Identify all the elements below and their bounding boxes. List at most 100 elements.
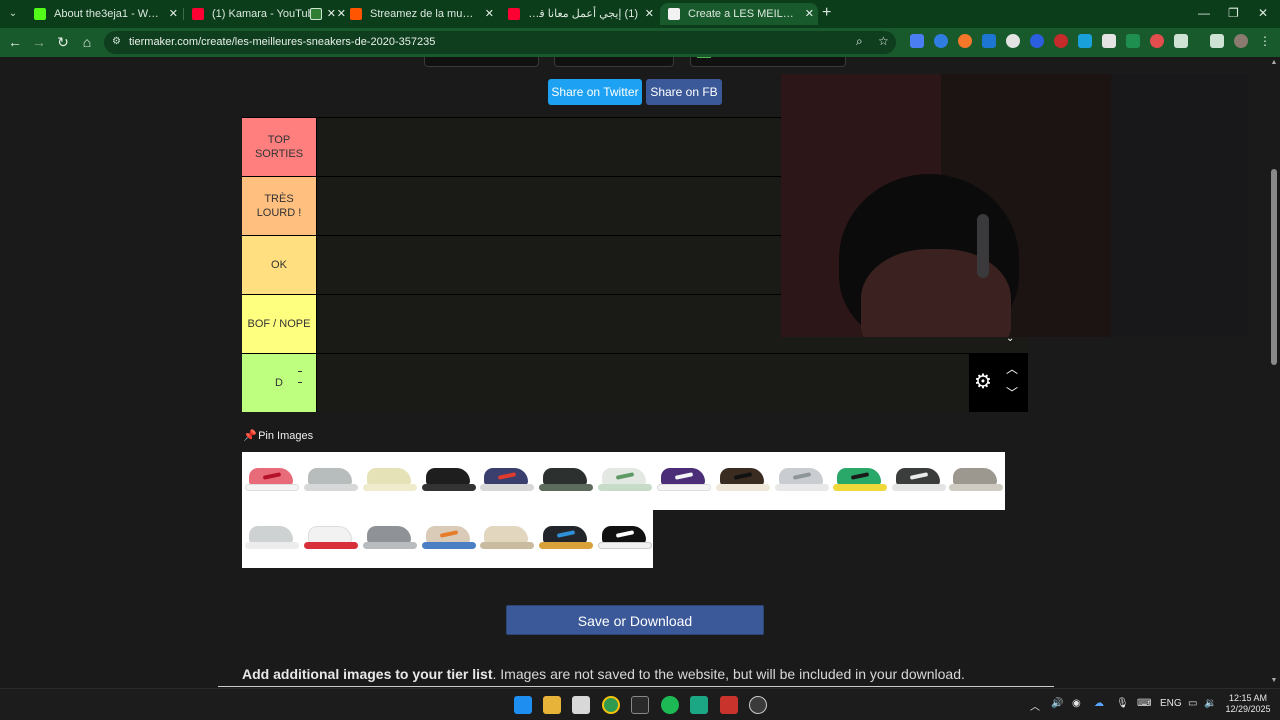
restore-button[interactable]: ❐ [1228, 6, 1239, 20]
save-download-button[interactable]: Save or Download [506, 605, 764, 635]
network-icon[interactable]: ◉ [1072, 698, 1081, 709]
reload-icon[interactable]: ↻ [54, 33, 72, 51]
gear-icon[interactable]: ⚙ [974, 372, 994, 392]
pin-images-toggle[interactable]: 📌 Pin Images [243, 429, 313, 443]
sneaker-image[interactable] [480, 524, 534, 554]
extension-icon[interactable] [1150, 34, 1164, 48]
extension-icon[interactable] [1054, 34, 1068, 48]
sneaker-image[interactable] [245, 524, 299, 554]
close-window-button[interactable]: ✕ [1258, 6, 1268, 20]
extension-icon[interactable] [1126, 34, 1140, 48]
extension-icon[interactable] [982, 34, 996, 48]
extension-icon[interactable] [1006, 34, 1020, 48]
menu-dots-icon[interactable]: ⋮ [1258, 34, 1272, 48]
chrome-icon[interactable] [602, 696, 620, 714]
sheet-favicon-icon [310, 8, 322, 20]
profile-avatar[interactable] [1234, 34, 1248, 48]
tier-drop-zone[interactable] [316, 354, 1028, 412]
keyboard-icon[interactable]: ⌨ [1137, 698, 1151, 709]
sneaker-image[interactable] [480, 466, 534, 496]
sneaker-image[interactable] [775, 466, 829, 496]
sneaker-image[interactable] [949, 466, 1003, 496]
media-player-icon[interactable] [749, 696, 767, 714]
close-icon[interactable]: ✕ [805, 3, 814, 25]
sneaker-image[interactable] [716, 466, 770, 496]
scroll-up-arrow-icon[interactable]: ▲ [1270, 59, 1278, 66]
extension-icon[interactable] [1030, 34, 1044, 48]
sneaker-image[interactable] [598, 466, 652, 496]
extension-icon[interactable] [1078, 34, 1092, 48]
share-fb-button[interactable]: Share on FB [646, 79, 722, 105]
close-icon[interactable]: ✕ [485, 3, 494, 25]
tier-label[interactable]: TOP SORTIES [242, 118, 316, 176]
tier-label[interactable]: TRÈS LOURD ! [242, 177, 316, 235]
sneaker-image[interactable] [363, 524, 417, 554]
windows-start-icon[interactable] [514, 696, 532, 714]
tier-label[interactable]: OK [242, 236, 316, 294]
chevron-up-icon[interactable]: ︿ [1005, 362, 1019, 376]
store-icon[interactable] [572, 696, 590, 714]
microphone-icon[interactable]: 🎙 [1116, 698, 1129, 709]
sneaker-image[interactable] [833, 466, 887, 496]
sneaker-image[interactable] [422, 524, 476, 554]
reading-list-icon[interactable] [1210, 34, 1224, 48]
close-icon[interactable]: ✕ [645, 3, 654, 25]
sneaker-image[interactable] [363, 466, 417, 496]
tier-label[interactable]: BOF / NOPE [242, 295, 316, 353]
page-scrollbar[interactable]: ▲ ▼ [1268, 57, 1280, 688]
app-icon[interactable] [720, 696, 738, 714]
app-icon[interactable] [690, 696, 708, 714]
bookmark-star-icon[interactable]: ☆ [878, 34, 889, 48]
extension-icon[interactable] [1102, 34, 1116, 48]
sneaker-image[interactable] [539, 466, 593, 496]
sneaker-image[interactable] [304, 466, 358, 496]
file-explorer-icon[interactable] [543, 696, 561, 714]
top-button[interactable] [690, 57, 846, 67]
sneaker-image[interactable] [304, 524, 358, 554]
new-tab-button[interactable]: + [822, 5, 831, 21]
sneaker-image[interactable] [892, 466, 946, 496]
tab-youtube-arabic[interactable]: (1) إيجي أعمل معانا قهوة - YouTube ✕ [500, 3, 658, 25]
site-info-icon[interactable]: ⚙ [112, 35, 126, 49]
home-icon[interactable]: ⌂ [78, 33, 96, 51]
zoom-icon[interactable]: ⌕ [856, 34, 863, 49]
display-icon[interactable]: ▭ [1188, 698, 1197, 709]
scroll-thumb[interactable] [1271, 169, 1277, 365]
tab-kick[interactable]: About the3eja1 - Watch Live on ✕ [26, 3, 182, 25]
volume-icon[interactable]: 🔊 [1051, 698, 1063, 709]
epic-games-icon[interactable] [631, 696, 649, 714]
forward-arrow-icon[interactable]: → [30, 33, 48, 51]
sneaker-image[interactable] [539, 524, 593, 554]
scroll-down-arrow-icon[interactable]: ▼ [1270, 677, 1278, 684]
close-icon[interactable]: ✕ [169, 3, 178, 25]
system-clock[interactable]: 12:15 AM 12/29/2025 [1224, 693, 1272, 715]
language-indicator[interactable]: ENG [1160, 698, 1182, 709]
chevron-down-icon[interactable]: ⌄ [1006, 333, 1014, 344]
tab-search-icon[interactable]: ⌄ [4, 5, 22, 23]
drag-handle-mark [298, 382, 302, 383]
tab-tiermaker[interactable]: Create a LES MEILLEURES SNEA ✕ [660, 3, 818, 25]
top-button[interactable] [424, 57, 539, 67]
address-bar[interactable]: ⚙ tiermaker.com/create/les-meilleures-sn… [104, 31, 896, 54]
back-arrow-icon[interactable]: ← [6, 33, 24, 51]
spotify-icon[interactable] [661, 696, 679, 714]
translate-extension-icon[interactable] [910, 34, 924, 48]
tier-label[interactable]: D [242, 354, 316, 412]
extension-icon[interactable] [958, 34, 972, 48]
top-button[interactable] [554, 57, 674, 67]
onedrive-icon[interactable]: ☁ [1094, 698, 1104, 709]
share-twitter-button[interactable]: Share on Twitter [548, 79, 642, 105]
minimize-button[interactable]: — [1198, 6, 1210, 20]
add-images-note: Add additional images to your tier list.… [242, 666, 965, 682]
speaker-icon[interactable]: 🔉 [1204, 698, 1216, 709]
sneaker-image[interactable] [598, 524, 652, 554]
sneaker-image[interactable] [422, 466, 476, 496]
chevron-down-icon[interactable]: ﹀ [1005, 386, 1019, 400]
tab-title: About the3eja1 - Watch Live on [54, 8, 162, 20]
sneaker-image[interactable] [657, 466, 711, 496]
chevron-up-icon[interactable]: ︿ [1030, 698, 1040, 713]
extensions-puzzle-icon[interactable] [1174, 34, 1188, 48]
sneaker-image[interactable] [245, 466, 299, 496]
tab-soundcloud[interactable]: Streamez de la musique Omara ✕ [342, 3, 498, 25]
extension-icon[interactable] [934, 34, 948, 48]
